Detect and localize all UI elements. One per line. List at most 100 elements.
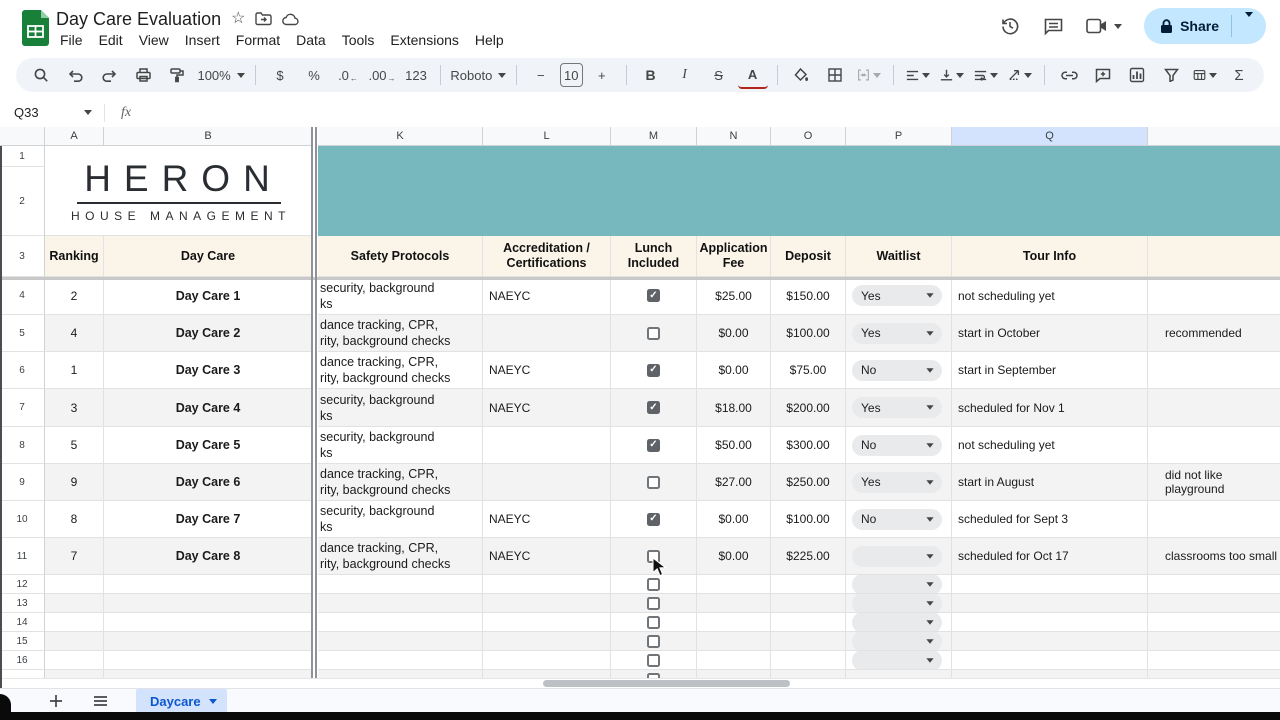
cell-fee-7[interactable]: $18.00	[697, 389, 771, 427]
column-header-M[interactable]: M	[611, 127, 697, 146]
cell-fee-8[interactable]: $50.00	[697, 427, 771, 464]
print-icon[interactable]	[128, 62, 158, 88]
cell-O12[interactable]	[771, 575, 846, 594]
cell-deposit-8[interactable]: $300.00	[771, 427, 846, 464]
cell-lunch-4[interactable]: ✓	[611, 277, 697, 315]
cell-A15[interactable]	[45, 632, 104, 651]
cell-K17[interactable]	[318, 670, 483, 678]
increase-decimal-button[interactable]: .00 →	[367, 62, 397, 88]
version-history-icon[interactable]	[999, 15, 1021, 37]
cell-N17[interactable]	[697, 670, 771, 678]
cell-accreditation-7[interactable]: NAEYC	[483, 389, 611, 427]
cell-M17[interactable]	[611, 670, 697, 678]
lunch-checkbox-unchecked[interactable]	[647, 326, 660, 340]
cell-deposit-10[interactable]: $100.00	[771, 501, 846, 538]
cell-Q12[interactable]	[952, 575, 1148, 594]
lunch-checkbox-unchecked[interactable]	[647, 475, 660, 489]
cell-safety-8[interactable]: security, background ks	[318, 427, 483, 464]
menu-item-file[interactable]: File	[52, 30, 91, 50]
cell-note-4[interactable]	[1148, 277, 1280, 315]
cell-waitlist-5[interactable]: Yes	[846, 315, 952, 352]
cell-N13[interactable]	[697, 594, 771, 613]
lunch-checkbox-unchecked[interactable]	[647, 634, 660, 648]
move-folder-icon[interactable]	[255, 12, 273, 26]
header-cell-A[interactable]: Ranking	[45, 236, 104, 277]
row-header-2[interactable]: 2	[0, 167, 45, 236]
menu-item-view[interactable]: View	[131, 30, 177, 50]
cell-ranking-8[interactable]: 5	[45, 427, 104, 464]
cell-ranking-11[interactable]: 7	[45, 538, 104, 575]
cell-O13[interactable]	[771, 594, 846, 613]
cell-daycare-6[interactable]: Day Care 3	[104, 352, 313, 389]
cell-Q13[interactable]	[952, 594, 1148, 613]
cell-deposit-5[interactable]: $100.00	[771, 315, 846, 352]
insert-link-icon[interactable]	[1054, 62, 1084, 88]
header-cell-Q[interactable]: Tour Info	[952, 236, 1148, 277]
cell-L16[interactable]	[483, 651, 611, 670]
column-header-L[interactable]: L	[483, 127, 611, 146]
row-header-12[interactable]: 12	[0, 575, 45, 594]
cell-note-11[interactable]: classrooms too small	[1148, 538, 1280, 575]
cell-K16[interactable]	[318, 651, 483, 670]
cell-note-8[interactable]	[1148, 427, 1280, 464]
header-cell-N[interactable]: Application Fee	[697, 236, 771, 277]
cell-ranking-9[interactable]: 9	[45, 464, 104, 501]
hidden-columns-divider[interactable]	[311, 127, 313, 678]
cell-Q14[interactable]	[952, 613, 1148, 632]
cell-tour-11[interactable]: scheduled for Oct 17	[952, 538, 1148, 575]
waitlist-dropdown[interactable]	[852, 613, 942, 631]
borders-icon[interactable]	[820, 62, 850, 88]
lunch-checkbox-unchecked[interactable]	[647, 615, 660, 629]
name-box[interactable]: Q33	[0, 105, 100, 120]
cell-fee-11[interactable]: $0.00	[697, 538, 771, 575]
cell-tour-8[interactable]: not scheduling yet	[952, 427, 1148, 464]
column-header-N[interactable]: N	[697, 127, 771, 146]
insert-table-icon[interactable]	[1190, 62, 1220, 88]
cell-L17[interactable]	[483, 670, 611, 678]
waitlist-dropdown[interactable]	[852, 545, 942, 567]
add-sheet-icon[interactable]	[38, 694, 74, 708]
vertical-align-icon[interactable]	[937, 62, 967, 88]
cell-accreditation-8[interactable]	[483, 427, 611, 464]
cell-safety-4[interactable]: security, background ks	[318, 277, 483, 315]
horizontal-align-icon[interactable]	[903, 62, 933, 88]
row-header-9[interactable]: 9	[0, 464, 45, 501]
header-cell-K[interactable]: Safety Protocols	[318, 236, 483, 277]
search-menus-icon[interactable]	[26, 62, 56, 88]
font-select[interactable]: Roboto	[450, 62, 507, 88]
lunch-checkbox-checked[interactable]: ✓	[647, 363, 660, 377]
cell-A13[interactable]	[45, 594, 104, 613]
cell-M15[interactable]	[611, 632, 697, 651]
cell-L12[interactable]	[483, 575, 611, 594]
meet-video-icon[interactable]	[1086, 18, 1123, 34]
italic-button[interactable]: I	[670, 62, 700, 88]
header-cell-B[interactable]: Day Care	[104, 236, 313, 277]
cell-ranking-10[interactable]: 8	[45, 501, 104, 538]
bold-button[interactable]: B	[636, 62, 666, 88]
cell-fee-5[interactable]: $0.00	[697, 315, 771, 352]
cell-daycare-10[interactable]: Day Care 7	[104, 501, 313, 538]
cell-accreditation-11[interactable]: NAEYC	[483, 538, 611, 575]
cell-N16[interactable]	[697, 651, 771, 670]
cell-accreditation-10[interactable]: NAEYC	[483, 501, 611, 538]
fill-color-icon[interactable]	[786, 62, 816, 88]
cell-lunch-9[interactable]	[611, 464, 697, 501]
cell-ranking-4[interactable]: 2	[45, 277, 104, 315]
cell-accreditation-9[interactable]	[483, 464, 611, 501]
cell-P13[interactable]	[846, 594, 952, 613]
cell-N15[interactable]	[697, 632, 771, 651]
cell-tour-7[interactable]: scheduled for Nov 1	[952, 389, 1148, 427]
menu-item-edit[interactable]: Edit	[91, 30, 131, 50]
cell-R15[interactable]	[1148, 632, 1280, 651]
cell-A16[interactable]	[45, 651, 104, 670]
hidden-columns-divider[interactable]	[315, 127, 317, 678]
font-size-input[interactable]: 10	[559, 63, 583, 87]
increase-font-size-button[interactable]: +	[587, 62, 617, 88]
cell-L13[interactable]	[483, 594, 611, 613]
cell-daycare-8[interactable]: Day Care 5	[104, 427, 313, 464]
cell-P12[interactable]	[846, 575, 952, 594]
cell-waitlist-11[interactable]	[846, 538, 952, 575]
header-cell-L[interactable]: Accreditation / Certifications	[483, 236, 611, 277]
cell-lunch-6[interactable]: ✓	[611, 352, 697, 389]
cell-R13[interactable]	[1148, 594, 1280, 613]
